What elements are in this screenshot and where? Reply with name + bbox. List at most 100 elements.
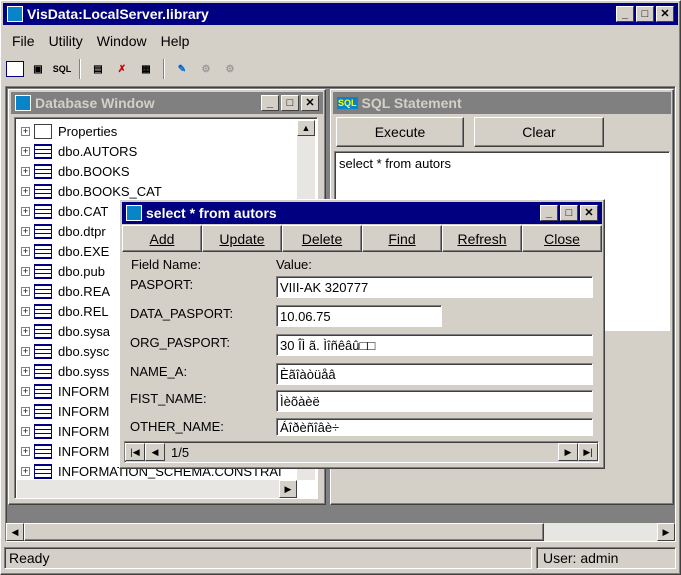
record-navigator: |◀ ◀ 1/5 ▶ ▶| — [124, 441, 599, 463]
last-record-button[interactable]: ▶| — [578, 443, 598, 461]
tree-item-label: dbo.sysc — [58, 343, 110, 359]
expand-icon[interactable]: + — [21, 286, 30, 296]
expand-icon[interactable]: + — [21, 166, 30, 176]
tree-item[interactable]: + dbo.BOOKS_CAT — [21, 181, 291, 201]
scroll-up-button[interactable]: ▲ — [297, 120, 315, 136]
field-value-input[interactable]: 30 ÎÌ ã. Ìîñêâû□□ — [276, 334, 593, 356]
db-maximize-button[interactable]: □ — [281, 95, 299, 111]
tree-item[interactable]: + Properties — [21, 121, 291, 141]
dynaset-icon[interactable]: ▣ — [28, 59, 48, 79]
menu-bar: File Utility Window Help — [12, 31, 203, 51]
scroll-right-button[interactable]: ▶ — [279, 480, 297, 498]
expand-icon[interactable]: + — [21, 266, 30, 276]
find-button[interactable]: Find — [362, 225, 442, 252]
expand-icon[interactable]: + — [21, 466, 30, 476]
table-icon — [34, 463, 52, 479]
status-user: User: admin — [543, 550, 619, 566]
record-window-title: select * from autors — [146, 205, 277, 221]
rec-minimize-button[interactable]: _ — [540, 205, 558, 221]
table-icon — [34, 423, 52, 439]
menu-file[interactable]: File — [12, 33, 35, 49]
table-icon — [34, 303, 52, 319]
tree-item-label: INFORM — [58, 383, 110, 399]
main-scroll-right-button[interactable]: ▶ — [657, 523, 675, 541]
table-icon — [34, 323, 52, 339]
minimize-button[interactable]: _ — [616, 6, 634, 22]
rec-maximize-button[interactable]: □ — [560, 205, 578, 221]
close-button[interactable]: ✕ — [656, 6, 674, 22]
menu-window[interactable]: Window — [97, 33, 147, 49]
delete-button[interactable]: Delete — [282, 225, 362, 252]
expand-icon[interactable]: + — [21, 186, 30, 196]
toolbar-separator — [79, 59, 81, 79]
record-window-titlebar: select * from autors _ □ ✕ — [122, 202, 602, 224]
db-close-button[interactable]: ✕ — [301, 95, 319, 111]
field-label: DATA_PASPORT: — [130, 306, 234, 321]
expand-icon[interactable]: + — [21, 366, 30, 376]
app-title: VisData:LocalServer.library — [27, 6, 209, 22]
expand-icon[interactable]: + — [21, 346, 30, 356]
field-value-input[interactable]: Èãîàòüåâ — [276, 363, 593, 385]
menu-utility[interactable]: Utility — [49, 33, 83, 49]
tree-item-label: Properties — [58, 123, 118, 139]
table-type-icon[interactable] — [6, 61, 24, 77]
field-value-input[interactable]: Áîðèñîâè÷ — [276, 418, 593, 436]
expand-icon[interactable]: + — [21, 126, 30, 136]
refresh-button[interactable]: Refresh — [442, 225, 522, 252]
tree-item-label: INFORM — [58, 443, 110, 459]
clear-button[interactable]: Clear — [474, 117, 604, 147]
first-record-button[interactable]: |◀ — [125, 443, 145, 461]
expand-icon[interactable]: + — [21, 226, 30, 236]
field-value-input[interactable]: Ìèõàèë — [276, 390, 593, 412]
toolbar: ▣ SQL ▤ ✗ ▦ ✎ ⚙ ⚙ — [6, 56, 240, 82]
table-icon — [34, 163, 52, 179]
tree-hscroll[interactable]: ▶ — [17, 480, 297, 498]
db-minimize-button[interactable]: _ — [261, 95, 279, 111]
expand-icon[interactable]: + — [21, 306, 30, 316]
form-delete-icon[interactable]: ✗ — [112, 59, 132, 79]
table-icon — [34, 363, 52, 379]
expand-icon[interactable]: + — [21, 146, 30, 156]
main-scroll-thumb[interactable] — [24, 523, 544, 541]
execute-button[interactable]: Execute — [336, 117, 464, 147]
tree-item[interactable]: + dbo.AUTORS — [21, 141, 291, 161]
tree-item-label: dbo.REA — [58, 283, 111, 299]
add-button[interactable]: Add — [122, 225, 202, 252]
field-label: ORG_PASPORT: — [130, 335, 230, 350]
expand-icon[interactable]: + — [21, 426, 30, 436]
app-titlebar: VisData:LocalServer.library _ □ ✕ — [3, 3, 678, 25]
expand-icon[interactable]: + — [21, 386, 30, 396]
expand-icon[interactable]: + — [21, 206, 30, 216]
close-record-button[interactable]: Close — [522, 225, 602, 252]
field-value-input[interactable]: VIII-AK 320777 — [276, 276, 593, 298]
expand-icon[interactable]: + — [21, 406, 30, 416]
update-button[interactable]: Update — [202, 225, 282, 252]
rec-close-button[interactable]: ✕ — [580, 205, 598, 221]
maximize-button[interactable]: □ — [636, 6, 654, 22]
database-window-title: Database Window — [35, 95, 155, 111]
prev-record-button[interactable]: ◀ — [145, 443, 165, 461]
table-icon — [34, 203, 52, 219]
field-value-input[interactable]: 10.06.75 — [276, 305, 442, 327]
commit-icon: ⚙ — [201, 63, 211, 75]
main-scroll-left-button[interactable]: ◀ — [6, 523, 24, 541]
table-icon — [34, 183, 52, 199]
expand-icon[interactable]: + — [21, 446, 30, 456]
toolbar-separator — [163, 59, 165, 79]
expand-icon[interactable]: + — [21, 326, 30, 336]
grid-icon[interactable]: ▦ — [136, 59, 156, 79]
record-position: 1/5 — [171, 444, 190, 460]
field-label: FIST_NAME: — [130, 391, 207, 406]
properties-icon — [34, 123, 52, 139]
expand-icon[interactable]: + — [21, 246, 30, 256]
record-toolbar: Add Update Delete Find Refresh Close — [122, 225, 602, 253]
main-hscroll[interactable]: ◀ ▶ — [6, 523, 675, 541]
begin-trans-icon[interactable]: ✎ — [172, 59, 192, 79]
menu-help[interactable]: Help — [161, 33, 190, 49]
next-record-button[interactable]: ▶ — [558, 443, 578, 461]
sql-icon[interactable]: SQL — [52, 59, 72, 79]
form-icon[interactable]: ▤ — [88, 59, 108, 79]
tree-item[interactable]: + dbo.BOOKS — [21, 161, 291, 181]
table-icon — [34, 243, 52, 259]
table-icon — [34, 223, 52, 239]
